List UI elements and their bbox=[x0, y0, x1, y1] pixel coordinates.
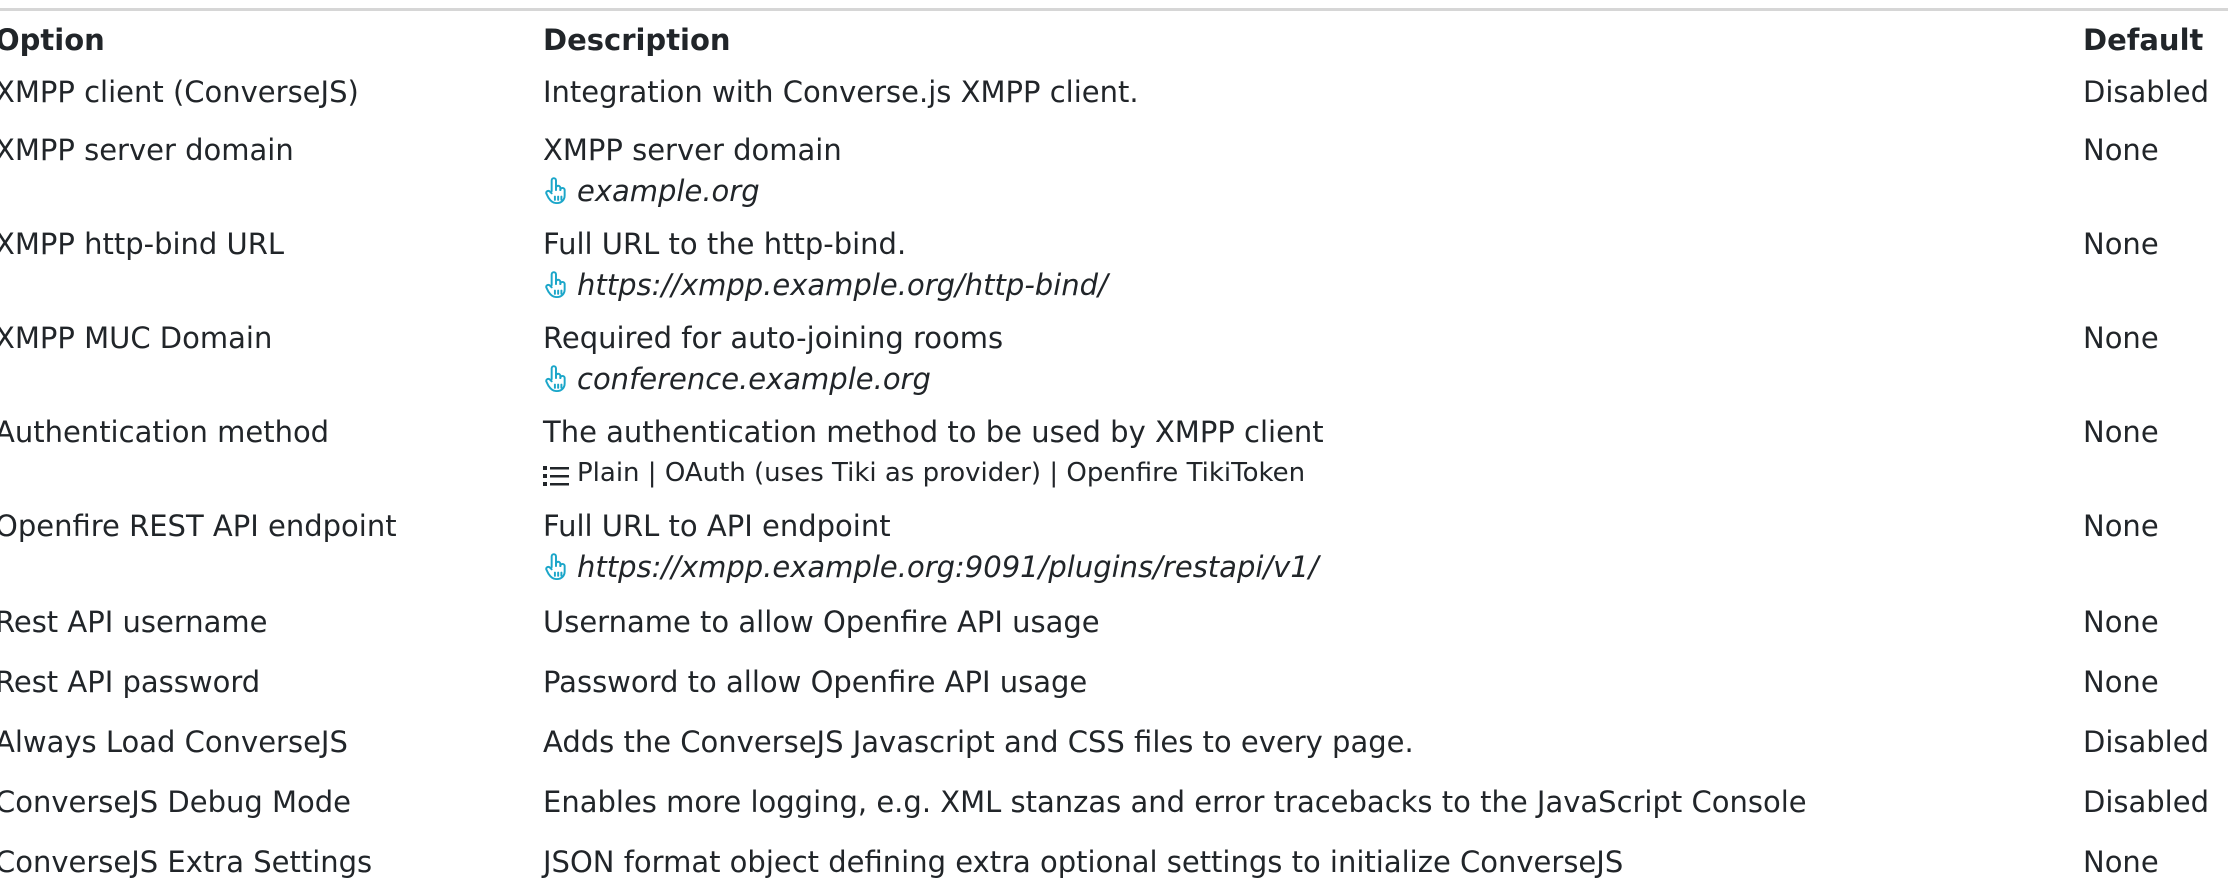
option-description: Full URL to the http-bind. bbox=[543, 227, 907, 261]
option-description: XMPP server domain bbox=[543, 133, 842, 167]
header-default: Default bbox=[2083, 23, 2204, 57]
option-example: https://xmpp.example.org:9091/plugins/re… bbox=[543, 548, 2083, 586]
option-example-text: example.org bbox=[577, 174, 760, 208]
option-name: ConverseJS Extra Settings bbox=[0, 845, 373, 879]
option-name: Rest API username bbox=[0, 605, 268, 639]
option-example-text: conference.example.org bbox=[577, 362, 931, 396]
option-description: Integration with Converse.js XMPP client… bbox=[543, 75, 1139, 109]
option-name: Authentication method bbox=[0, 415, 330, 449]
table-row: Openfire REST API endpoint Full URL to AP… bbox=[0, 502, 2228, 596]
option-description: Full URL to API endpoint bbox=[543, 509, 891, 543]
table-row: Authentication method The authentication … bbox=[0, 408, 2228, 502]
option-default: None bbox=[2083, 605, 2159, 639]
table-row: XMPP server domain XMPP server domain exam… bbox=[0, 126, 2228, 220]
option-description-cell: Username to allow Openfire API usage bbox=[543, 596, 2083, 656]
option-description: Enables more logging, e.g. XML stanzas a… bbox=[543, 785, 1807, 819]
pointing-hand-icon bbox=[543, 270, 569, 300]
option-description: Password to allow Openfire API usage bbox=[543, 665, 1088, 699]
option-name: ConverseJS Debug Mode bbox=[0, 785, 352, 819]
table-header-row: Option Description Default bbox=[0, 14, 2228, 66]
table-row: ConverseJS Debug Mode Enables more loggin… bbox=[0, 776, 2228, 836]
option-example-text: https://xmpp.example.org:9091/plugins/re… bbox=[577, 550, 1319, 584]
option-description: The authentication method to be used by … bbox=[543, 415, 1324, 449]
option-name: XMPP MUC Domain bbox=[0, 321, 273, 355]
option-description-cell: Required for auto-joining rooms conferenc… bbox=[543, 314, 2083, 408]
option-default: None bbox=[2083, 845, 2159, 879]
option-description-cell: Enables more logging, e.g. XML stanzas a… bbox=[543, 776, 2083, 836]
option-description: Username to allow Openfire API usage bbox=[543, 605, 1100, 639]
pointing-hand-icon bbox=[543, 176, 569, 206]
table-row: XMPP client (ConverseJS) Integration with… bbox=[0, 66, 2228, 126]
option-default: None bbox=[2083, 665, 2159, 699]
table-row: XMPP http-bind URL Full URL to the http-b… bbox=[0, 220, 2228, 314]
table-row: Always Load ConverseJS Adds the ConverseJ… bbox=[0, 716, 2228, 776]
pointing-hand-icon bbox=[543, 552, 569, 582]
option-description-cell: Full URL to API endpoint https://xmpp.exa… bbox=[543, 502, 2083, 596]
option-default: None bbox=[2083, 415, 2159, 449]
option-example: conference.example.org bbox=[543, 360, 2083, 398]
option-name: Openfire REST API endpoint bbox=[0, 509, 397, 543]
header-description: Description bbox=[543, 23, 731, 57]
header-option: Option bbox=[0, 23, 105, 57]
option-default: None bbox=[2083, 133, 2159, 167]
option-name: XMPP http-bind URL bbox=[0, 227, 285, 261]
option-example: https://xmpp.example.org/http-bind/ bbox=[543, 266, 2083, 304]
option-description: Adds the ConverseJS Javascript and CSS f… bbox=[543, 725, 1414, 759]
top-divider bbox=[0, 8, 2228, 11]
option-default: Disabled bbox=[2083, 785, 2209, 819]
option-name: Always Load ConverseJS bbox=[0, 725, 348, 759]
preferences-table: Option Description Default XMPP client (… bbox=[0, 14, 2228, 896]
option-description: JSON format object defining extra option… bbox=[543, 845, 1624, 879]
table-row: ConverseJS Extra Settings JSON format obj… bbox=[0, 836, 2228, 896]
option-description-cell: Integration with Converse.js XMPP client… bbox=[543, 66, 2083, 126]
option-description: Required for auto-joining rooms bbox=[543, 321, 1004, 355]
option-description-cell: Full URL to the http-bind. https://xmpp.e… bbox=[543, 220, 2083, 314]
option-choices: Plain | OAuth (uses Tiki as provider) | … bbox=[543, 456, 2083, 490]
table-row: XMPP MUC Domain Required for auto-joining… bbox=[0, 314, 2228, 408]
option-example-text: https://xmpp.example.org/http-bind/ bbox=[577, 268, 1108, 302]
option-description-cell: Password to allow Openfire API usage bbox=[543, 656, 2083, 716]
option-name: XMPP client (ConverseJS) bbox=[0, 75, 359, 109]
option-default: Disabled bbox=[2083, 725, 2209, 759]
option-description-cell: JSON format object defining extra option… bbox=[543, 836, 2083, 896]
table-row: Rest API username Username to allow Openf… bbox=[0, 596, 2228, 656]
option-choices-text: Plain | OAuth (uses Tiki as provider) | … bbox=[577, 458, 1306, 488]
option-default: Disabled bbox=[2083, 75, 2209, 109]
option-default: None bbox=[2083, 509, 2159, 543]
option-example: example.org bbox=[543, 172, 2083, 210]
pointing-hand-icon bbox=[543, 364, 569, 394]
option-default: None bbox=[2083, 321, 2159, 355]
option-default: None bbox=[2083, 227, 2159, 261]
option-description-cell: Adds the ConverseJS Javascript and CSS f… bbox=[543, 716, 2083, 776]
option-name: Rest API password bbox=[0, 665, 261, 699]
option-description-cell: The authentication method to be used by … bbox=[543, 408, 2083, 502]
list-icon bbox=[543, 462, 569, 486]
option-description-cell: XMPP server domain example.org bbox=[543, 126, 2083, 220]
table-row: Rest API password Password to allow Openf… bbox=[0, 656, 2228, 716]
option-name: XMPP server domain bbox=[0, 133, 294, 167]
